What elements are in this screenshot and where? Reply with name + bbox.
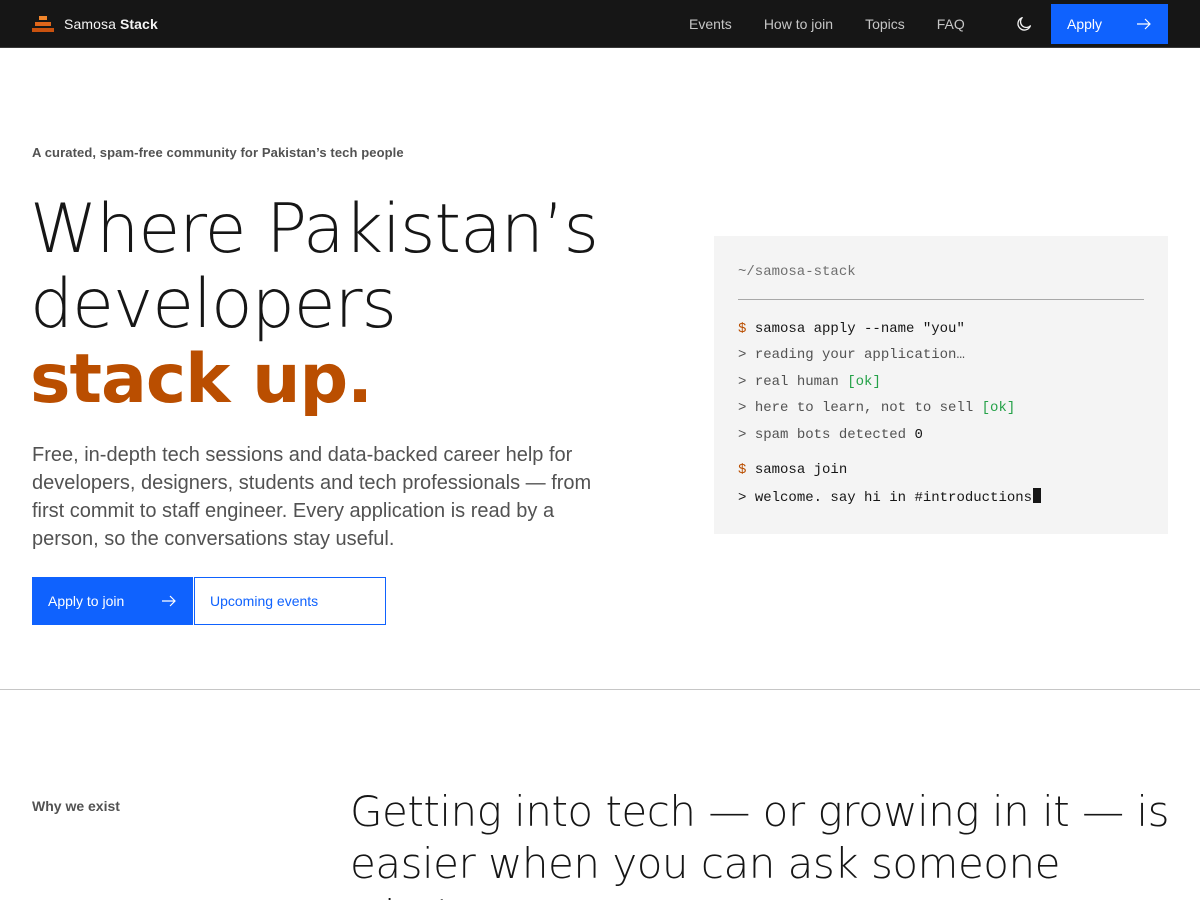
upcoming-events-label: Upcoming events — [210, 593, 319, 609]
terminal-line-command: $ samosa apply --name "you" — [738, 321, 965, 337]
hero-eyebrow: A curated, spam-free community for Pakis… — [32, 145, 404, 160]
apply-to-join-button[interactable]: Apply to join — [32, 577, 193, 625]
nav-link-events[interactable]: Events — [673, 0, 748, 48]
terminal-panel: ~/samosa-stack $ samosa apply --name "yo… — [714, 236, 1168, 534]
hero-title-accent: stack up. — [30, 340, 373, 419]
brand-name: Samosa Stack — [64, 15, 158, 32]
section-divider — [0, 689, 1200, 690]
theme-toggle-button[interactable] — [1000, 0, 1048, 48]
terminal-line-output: > welcome. say hi in #introductions — [738, 488, 1042, 506]
nav-link-faq[interactable]: FAQ — [921, 0, 981, 48]
hero-title: Where Pakistan’s developers stack up. — [30, 192, 670, 417]
arrow-right-icon — [1137, 18, 1151, 30]
terminal-divider — [738, 299, 1144, 300]
moon-icon — [1017, 16, 1032, 31]
hero-description: Free, in-depth tech sessions and data-ba… — [32, 444, 592, 550]
section-label: Why we exist — [32, 798, 120, 814]
stack-logo-icon — [32, 15, 54, 32]
terminal-line-output: > reading your application… — [738, 347, 965, 363]
nav-links: Events How to join Topics FAQ — [673, 0, 981, 48]
top-nav: Samosa Stack Events How to join Topics F… — [0, 0, 1200, 48]
nav-link-how-to-join[interactable]: How to join — [748, 0, 849, 48]
hero-title-line2: developers — [30, 265, 397, 344]
terminal-cursor — [1033, 488, 1042, 503]
terminal-line-output: > spam bots detected 0 — [738, 427, 923, 443]
hero-title-line1: Where Pakistan’s — [30, 190, 599, 269]
apply-to-join-label: Apply to join — [48, 593, 125, 609]
arrow-right-icon — [162, 595, 176, 607]
brand-link[interactable]: Samosa Stack — [32, 0, 158, 48]
terminal-line-command: $ samosa join — [738, 462, 848, 478]
terminal-title: ~/samosa-stack — [738, 264, 856, 280]
upcoming-events-button[interactable]: Upcoming events — [194, 577, 386, 625]
nav-apply-label: Apply — [1067, 16, 1103, 32]
section-heading: Getting into tech — or growing in it — i… — [350, 787, 1169, 900]
terminal-line-output: > here to learn, not to sell [ok] — [738, 400, 1016, 416]
nav-apply-button[interactable]: Apply — [1051, 4, 1168, 44]
nav-link-topics[interactable]: Topics — [849, 0, 921, 48]
terminal-line-output: > real human [ok] — [738, 374, 881, 390]
